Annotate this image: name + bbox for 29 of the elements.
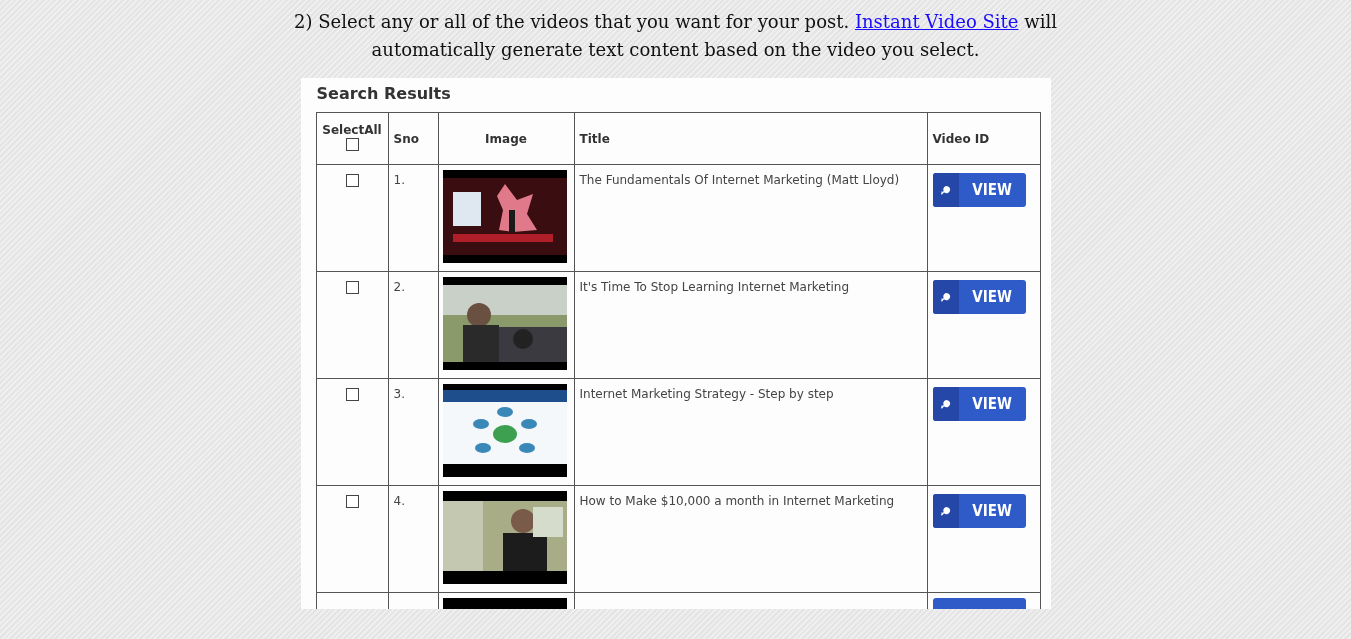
- row-checkbox[interactable]: [345, 281, 359, 294]
- row-checkbox[interactable]: [345, 174, 359, 187]
- table-cell: 2.: [388, 271, 438, 379]
- instructions-text: 2) Select any or all of the videos that you want for your post. Instant Video Site will automatically generate text content based on the video you select.: [293, 10, 1058, 62]
- select-all-checkbox[interactable]: [345, 137, 359, 151]
- column-header: Image: [438, 112, 574, 165]
- table-cell: The Fundamentals Of Internet Marketing (Matt Lloyd): [574, 164, 927, 272]
- column-header: Sno: [388, 112, 438, 165]
- view-button[interactable]: VIEW: [932, 280, 1026, 314]
- key-icon: [940, 398, 951, 410]
- column-header: SelectAll: [316, 112, 388, 165]
- table-cell: 4.: [388, 485, 438, 593]
- panel-title: Search Results: [315, 83, 452, 105]
- column-header: Video ID: [927, 112, 1040, 165]
- row-checkbox[interactable]: [345, 495, 359, 508]
- key-icon: [940, 291, 951, 303]
- table-cell: 3.: [388, 378, 438, 486]
- row-checkbox[interactable]: [345, 388, 359, 401]
- key-icon: [940, 184, 951, 196]
- key-icon: [940, 505, 951, 517]
- view-button[interactable]: VIEW: [932, 387, 1026, 421]
- column-header: Title: [574, 112, 927, 165]
- view-button[interactable]: VIEW: [932, 494, 1026, 528]
- table-cell: How to Make $10,000 a month in Internet Marketing: [574, 485, 927, 593]
- site-link[interactable]: Instant Video Site: [854, 11, 1019, 32]
- table-cell: It's Time To Stop Learning Internet Marketing: [574, 271, 927, 379]
- view-button[interactable]: VIEW: [932, 173, 1026, 207]
- table-cell: 1.: [388, 164, 438, 272]
- table-cell: Internet Marketing Strategy - Step by step: [574, 378, 927, 486]
